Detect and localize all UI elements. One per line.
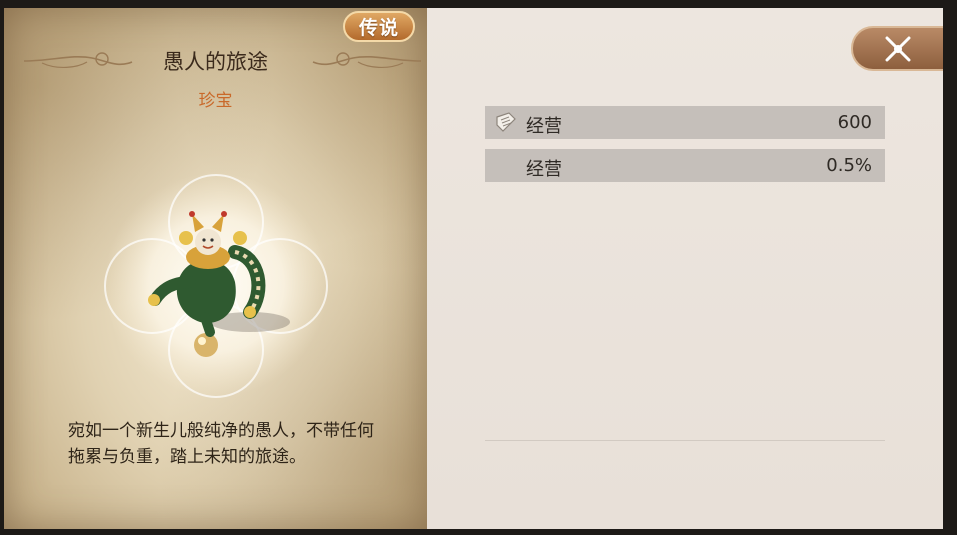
stat-row: 经营 0.5% [485,149,885,182]
rarity-badge: 传说 [343,11,415,42]
item-category: 珍宝 [198,91,233,111]
divider [485,440,885,441]
stat-name: 经营 [526,116,562,137]
stat-row: 经营 600 [485,106,885,139]
close-icon [885,36,911,61]
stats-panel [427,8,943,529]
close-button[interactable] [851,26,943,71]
stat-name: 经营 [526,159,562,180]
jester-artwork [104,173,328,398]
frame-edge [943,0,957,535]
item-description: 宛如一个新生儿般纯净的愚人，不带任何拖累与负重，踏上未知的旅途。 [68,421,374,467]
stat-value: 600 [837,112,872,133]
item-title: 愚人的旅途 [163,50,268,74]
stat-value: 0.5% [826,155,872,176]
scroll-icon [496,112,516,132]
